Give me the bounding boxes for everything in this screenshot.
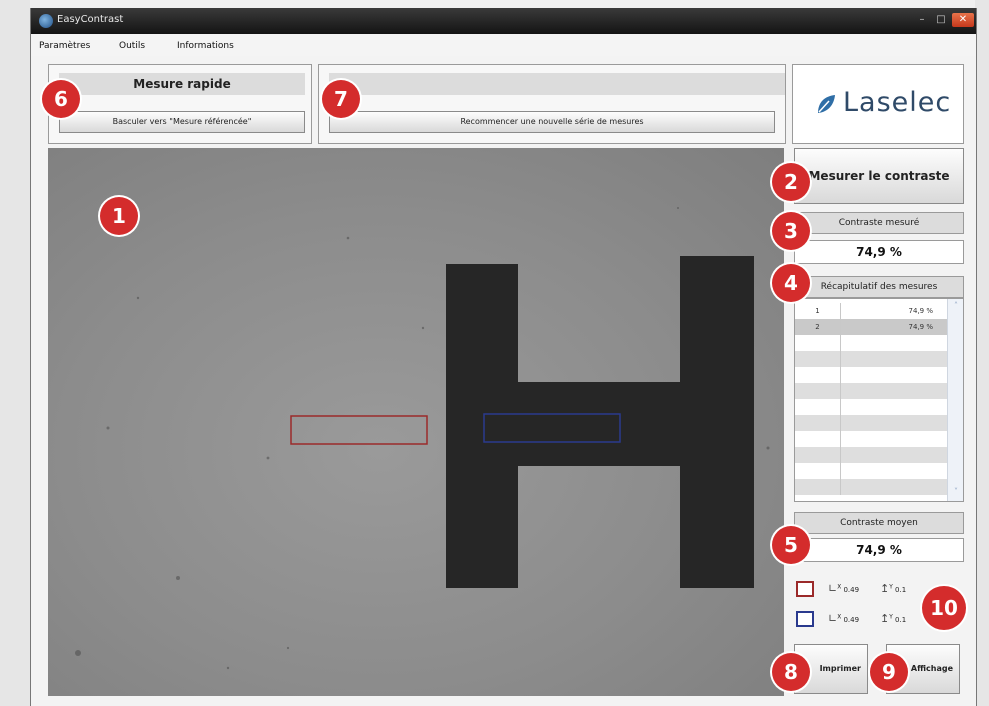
- callout-badge-4: 4: [772, 264, 810, 302]
- average-contrast-header: Contraste moyen: [794, 512, 964, 534]
- outer-background-right: [975, 0, 989, 706]
- roi-blue-y: ↥Y 0.1: [880, 612, 907, 625]
- roi-blue-swatch[interactable]: [796, 611, 814, 627]
- logo-panel: Laselec: [792, 64, 964, 144]
- average-contrast-value: 74,9 %: [794, 538, 964, 562]
- roi-red-x-value: 0.49: [843, 586, 860, 594]
- laselec-logo-text: Laselec: [843, 87, 952, 118]
- list-empty-row: [795, 399, 947, 415]
- measured-contrast-value: 74,9 %: [794, 240, 964, 264]
- measured-contrast-header: Contraste mesuré: [794, 212, 964, 234]
- list-empty-row: [795, 383, 947, 399]
- list-empty-row: [795, 431, 947, 447]
- roi-red-rectangle[interactable]: [290, 415, 428, 445]
- minimize-button[interactable]: –: [914, 13, 930, 27]
- roi-blue-y-value: 0.1: [895, 616, 907, 624]
- app-icon: [39, 14, 53, 28]
- list-empty-row: [795, 367, 947, 383]
- list-item[interactable]: 1 74,9 %: [795, 303, 947, 319]
- measure-contrast-button[interactable]: Mesurer le contraste: [794, 148, 964, 204]
- y-axis-icon: ↥: [880, 582, 890, 595]
- callout-badge-1: 1: [100, 197, 138, 235]
- list-item-index: 1: [795, 303, 841, 319]
- camera-image: [75, 207, 770, 670]
- callout-badge-10: 10: [922, 586, 966, 630]
- roi-blue-x-value: 0.49: [843, 616, 860, 624]
- roi-red-y-value: 0.1: [895, 586, 907, 594]
- callout-badge-3: 3: [772, 212, 810, 250]
- roi-red-swatch[interactable]: [796, 581, 814, 597]
- x-axis-icon: ∟: [828, 582, 838, 595]
- list-item-value: 74,9 %: [908, 323, 933, 331]
- title-bar[interactable]: EasyContrast – □ ✕: [31, 8, 976, 34]
- list-empty-row: [795, 335, 947, 351]
- list-empty-row: [795, 479, 947, 495]
- list-item-selected[interactable]: 2 74,9 %: [795, 319, 947, 335]
- mode-title: Mesure rapide: [59, 73, 305, 95]
- series-panel: Recommencer une nouvelle série de mesure…: [318, 64, 786, 144]
- menu-bar: Paramètres Outils Informations: [31, 34, 976, 56]
- callout-badge-8: 8: [772, 653, 810, 691]
- summary-header: Récapitulatif des mesures: [794, 276, 964, 298]
- laselec-leaf-icon: [818, 95, 835, 113]
- scroll-up-icon[interactable]: ˄: [950, 301, 962, 311]
- target-letter-h: [446, 256, 754, 588]
- callout-badge-2: 2: [772, 163, 810, 201]
- menu-informations[interactable]: Informations: [177, 41, 234, 51]
- switch-mode-button[interactable]: Basculer vers "Mesure référencée": [59, 111, 305, 133]
- mode-panel: Mesure rapide Basculer vers "Mesure réfé…: [48, 64, 312, 144]
- roi-red-x: ∟X 0.49: [828, 582, 860, 595]
- camera-view[interactable]: [48, 148, 784, 696]
- list-empty-row: [795, 351, 947, 367]
- list-empty-row: [795, 447, 947, 463]
- maximize-button[interactable]: □: [933, 13, 949, 27]
- callout-badge-7: 7: [322, 80, 360, 118]
- roi-red-y: ↥Y 0.1: [880, 582, 907, 595]
- menu-parametres[interactable]: Paramètres: [39, 41, 90, 51]
- restart-series-button[interactable]: Recommencer une nouvelle série de mesure…: [329, 111, 775, 133]
- series-status-bar: [329, 73, 785, 95]
- measurement-list[interactable]: 1 74,9 % 2 74,9 % ˄ ˅: [794, 298, 964, 502]
- y-axis-icon: ↥: [880, 612, 890, 625]
- scroll-down-icon[interactable]: ˅: [950, 487, 962, 497]
- close-button[interactable]: ✕: [952, 13, 974, 27]
- list-scrollbar[interactable]: ˄ ˅: [947, 299, 963, 501]
- list-item-index: 2: [795, 319, 841, 335]
- callout-badge-5: 5: [772, 526, 810, 564]
- roi-blue-x: ∟X 0.49: [828, 612, 860, 625]
- list-empty-row: [795, 415, 947, 431]
- list-item-value: 74,9 %: [908, 307, 933, 315]
- x-axis-icon: ∟: [828, 612, 838, 625]
- callout-badge-6: 6: [42, 80, 80, 118]
- callout-badge-9: 9: [870, 653, 908, 691]
- list-empty-row: [795, 463, 947, 479]
- menu-outils[interactable]: Outils: [119, 41, 145, 51]
- window-title: EasyContrast: [57, 14, 124, 25]
- outer-background-left: [0, 0, 30, 706]
